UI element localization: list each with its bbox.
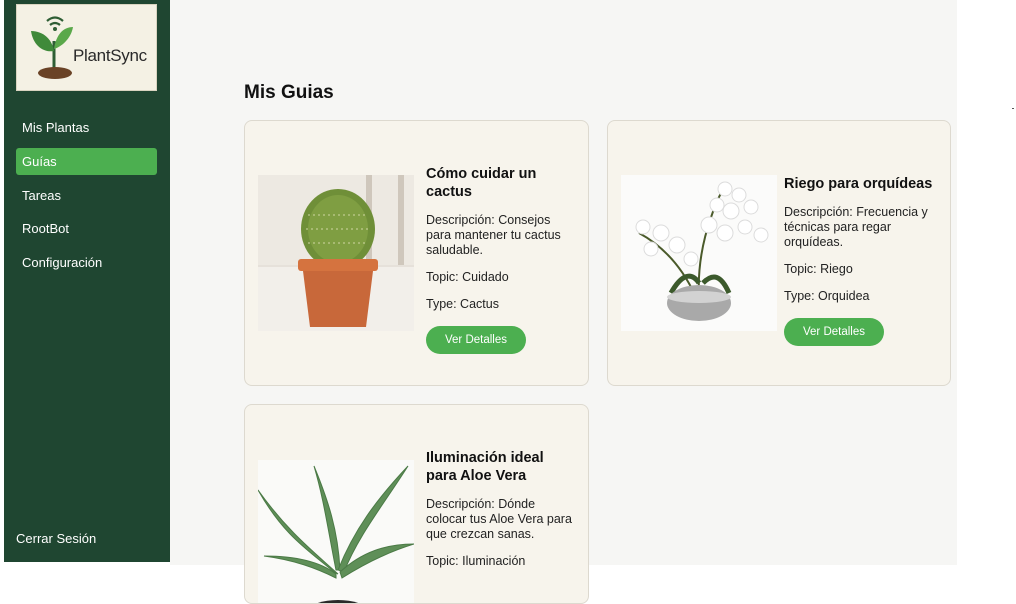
card-body: Cómo cuidar un cactus Descripción: Conse… — [426, 165, 576, 354]
view-details-button[interactable]: Ver Detalles — [784, 318, 885, 346]
card-body: Iluminación ideal para Aloe Vera Descrip… — [426, 449, 576, 581]
sidebar-item-label: Configuración — [22, 255, 103, 270]
logout-button[interactable]: Cerrar Sesión — [16, 531, 96, 546]
card-type: Type: Cactus — [426, 297, 499, 311]
logo: PlantSync — [16, 4, 157, 91]
card-topic: Topic: Iluminación — [426, 554, 526, 568]
card-type: Type: Orquidea — [784, 289, 870, 303]
card-description: Descripción: Consejos para mantener tu c… — [426, 213, 561, 257]
sidebar-item-configuracion[interactable]: Configuración — [16, 249, 157, 276]
sidebar-item-label: Guías — [22, 154, 57, 169]
sidebar-item-label: Tareas — [22, 188, 62, 203]
guide-card: Riego para orquídeas Descripción: Frecue… — [607, 120, 951, 386]
card-title: Iluminación ideal para Aloe Vera — [426, 450, 544, 484]
card-description: Descripción: Dónde colocar tus Aloe Vera… — [426, 497, 572, 541]
cactus-image — [258, 175, 414, 331]
card-description: Descripción: Frecuencia y técnicas para … — [784, 205, 928, 249]
main-content: Mis Guias Cómo cuidar un cactus Descripc… — [170, 0, 957, 604]
card-title: Cómo cuidar un cactus — [426, 166, 537, 200]
card-topic: Topic: Cuidado — [426, 270, 509, 284]
guide-card: Cómo cuidar un cactus Descripción: Conse… — [244, 120, 589, 386]
sidebar-item-rootbot[interactable]: RootBot — [16, 215, 157, 242]
guide-card: Iluminación ideal para Aloe Vera Descrip… — [244, 404, 589, 604]
sidebar-item-guias[interactable]: Guías — [16, 148, 157, 175]
card-body: Riego para orquídeas Descripción: Frecue… — [784, 175, 944, 346]
view-details-button[interactable]: Ver Detalles — [426, 326, 527, 354]
sidebar-item-mis-plantas[interactable]: Mis Plantas — [16, 114, 157, 141]
page-title: Mis Guias — [244, 82, 334, 103]
sidebar-item-label: Mis Plantas — [22, 120, 90, 135]
card-title: Riego para orquídeas — [784, 176, 933, 192]
card-topic: Topic: Riego — [784, 262, 853, 276]
sidebar-item-label: RootBot — [22, 221, 69, 236]
sidebar-item-tareas[interactable]: Tareas — [16, 182, 157, 209]
artifact-dot — [1012, 108, 1014, 109]
sidebar: PlantSync Mis Plantas Guías Tareas RootB… — [4, 0, 170, 562]
app-name: PlantSync — [73, 46, 147, 65]
orchid-image — [621, 175, 777, 331]
aloe-vera-image — [258, 460, 414, 603]
